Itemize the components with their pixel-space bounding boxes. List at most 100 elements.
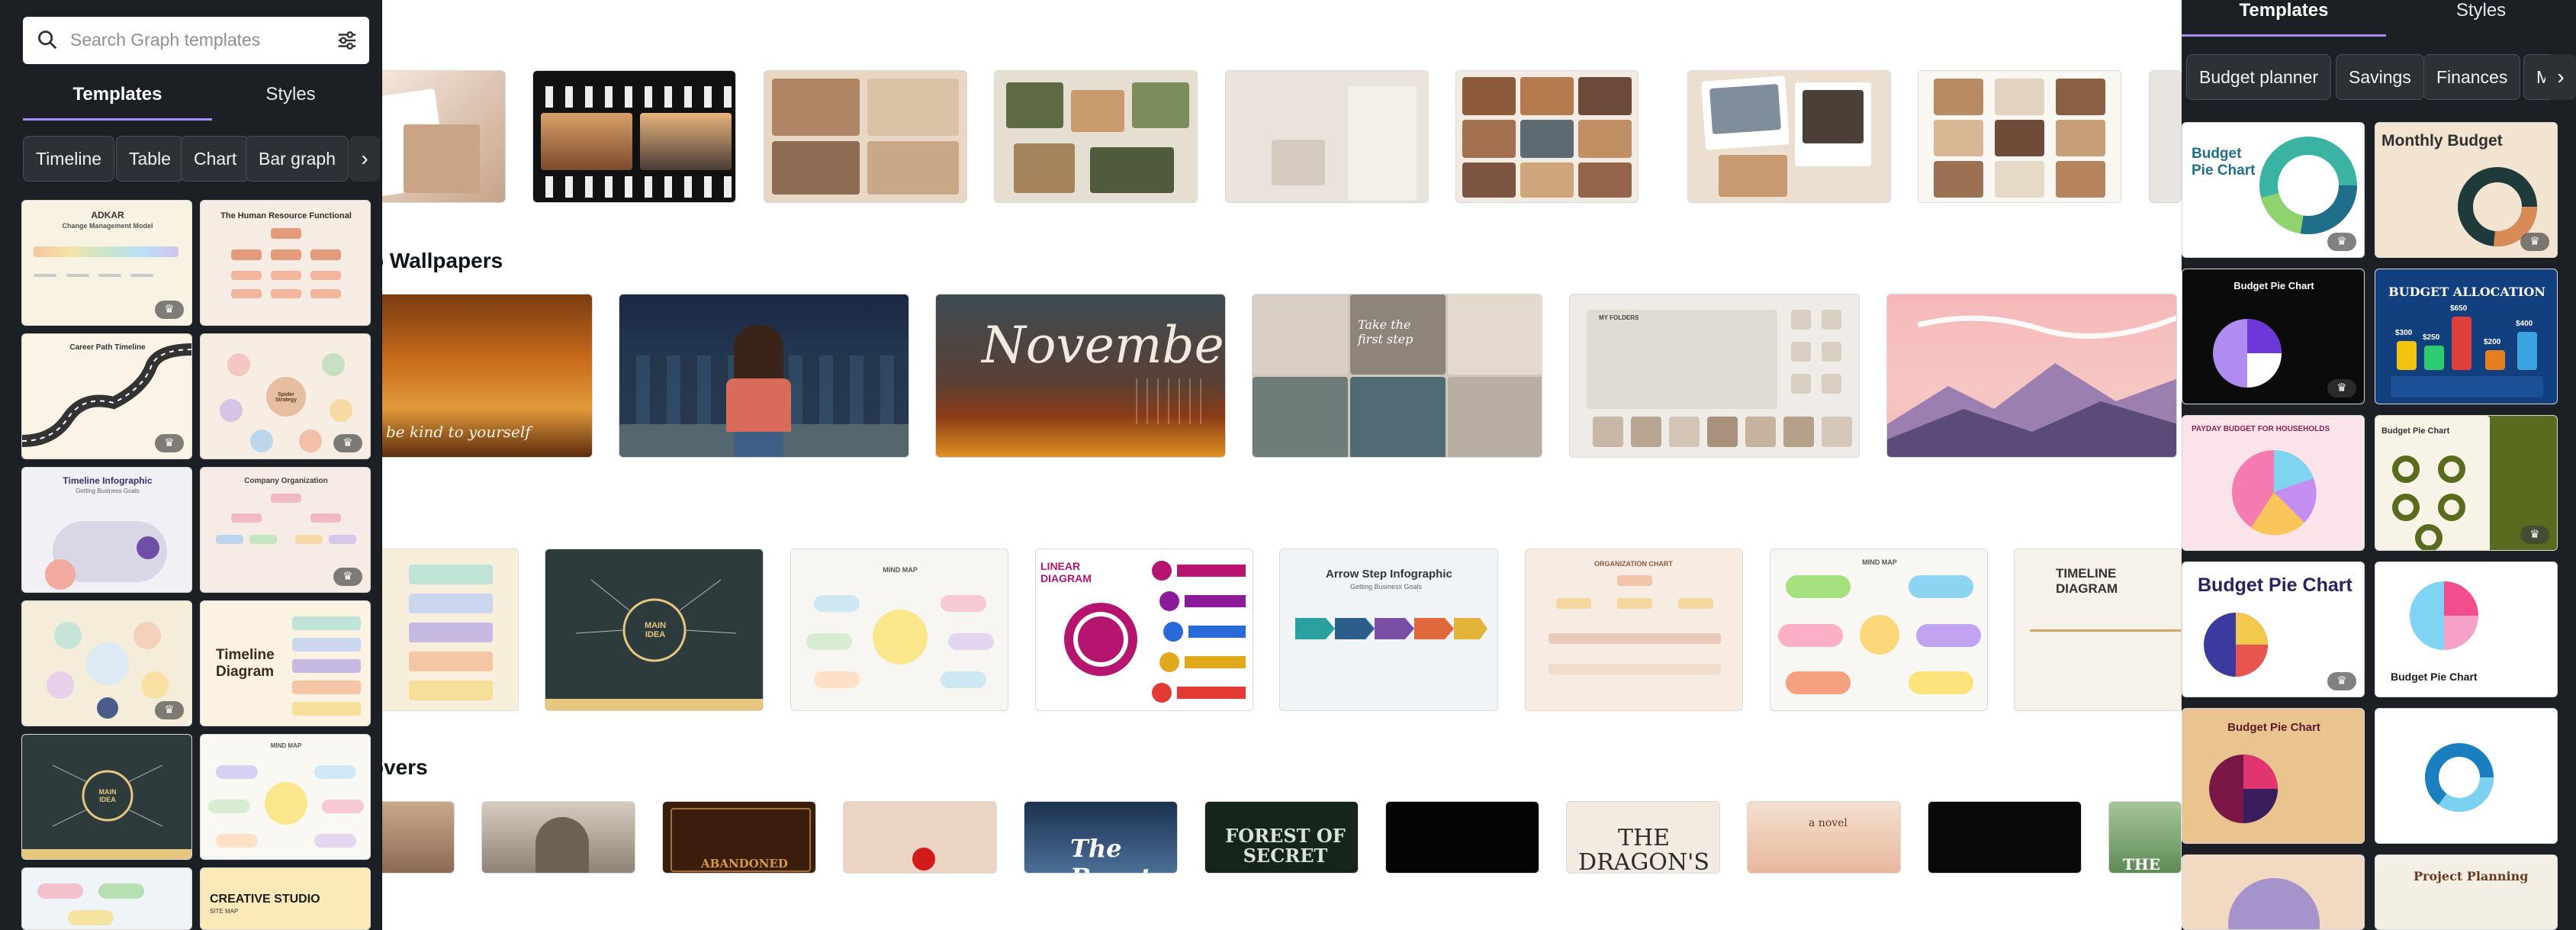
tab-templates[interactable]: Templates	[2182, 0, 2386, 37]
template-card[interactable]: ♛	[21, 600, 192, 726]
chip-budget-planner[interactable]: Budget planner	[2186, 54, 2332, 100]
search-input[interactable]: Search Graph templates	[70, 30, 260, 50]
diagram-thumbnail[interactable]: MAIN IDEA	[545, 549, 764, 711]
template-card[interactable]	[21, 867, 192, 930]
wallpaper-thumbnail[interactable]: November	[935, 294, 1226, 458]
diagram-thumbnail[interactable]: ORGANIZATION CHART	[1525, 549, 1743, 711]
template-card[interactable]: Budget Pie Chart ♛	[2375, 415, 2558, 551]
mountains-graphic	[1887, 315, 2176, 457]
cover-thumbnail[interactable]: The Beauty	[1024, 801, 1178, 874]
wallpaper-thumbnail[interactable]	[1886, 294, 2177, 458]
template-thumbnail[interactable]	[1918, 70, 2121, 203]
template-card[interactable]: Project Planning	[2375, 854, 2558, 930]
donut-chart-graphic	[2425, 743, 2494, 812]
template-thumbnail[interactable]	[532, 70, 736, 203]
diagram-text: MIND MAP	[883, 566, 918, 574]
tab-styles[interactable]: Styles	[212, 76, 369, 121]
template-card[interactable]: Career Path Timeline ♛	[21, 333, 192, 459]
template-thumbnail[interactable]	[1455, 70, 1639, 203]
template-subtitle: Change Management Model	[62, 222, 153, 230]
cover-thumbnail[interactable]: THE	[2108, 801, 2182, 874]
cover-thumbnail[interactable]: ABANDONED	[662, 801, 816, 874]
template-card[interactable]: Monthly Budget ♛	[2375, 122, 2558, 258]
cover-text: ABANDONED	[701, 857, 788, 870]
cover-thumbnail[interactable]: a novel	[1747, 801, 1901, 874]
right-side-panel: Templates Styles Budget planner Savings …	[2182, 0, 2576, 930]
cover-text: FOREST OF SECRET	[1225, 825, 1346, 867]
template-card[interactable]: Budget Pie Chart	[2375, 562, 2558, 697]
template-thumbnail[interactable]	[994, 70, 1198, 203]
cover-thumbnail[interactable]	[378, 801, 455, 874]
diagram-thumbnail[interactable]: TIMELINE DIAGRAM	[2014, 549, 2182, 711]
template-thumbnail[interactable]	[2149, 70, 2182, 203]
template-card[interactable]: PAYDAY BUDGET FOR HOUSEHOLDS	[2182, 415, 2365, 551]
bar	[2397, 341, 2417, 370]
template-card[interactable]: The Human Resource Functional	[200, 200, 371, 326]
cover-thumbnail[interactable]	[1385, 801, 1539, 874]
diagram-thumbnail[interactable]: MIND MAP	[790, 549, 1008, 711]
filter-icon[interactable]	[336, 29, 359, 52]
template-card[interactable]: Timeline Diagram	[200, 600, 371, 726]
pie-chart-graphic	[2209, 755, 2278, 823]
diagram-thumbnail[interactable]: MIND MAP	[1770, 549, 1988, 711]
template-card[interactable]	[2182, 854, 2365, 930]
diagram-text: MIND MAP	[1862, 558, 1897, 566]
cover-thumbnail[interactable]: THE DRAGON'S	[1566, 801, 1720, 874]
template-card[interactable]: Company Organization ♛	[200, 467, 371, 593]
template-card[interactable]: Timeline Infographic Getting Business Go…	[21, 467, 192, 593]
template-card[interactable]: Budget Pie Chart ♛	[2182, 122, 2365, 258]
diagram-thumbnail[interactable]: Arrow Step Infographic Getting Business …	[1279, 549, 1498, 711]
bar-value: $250	[2423, 333, 2440, 342]
bar	[2485, 350, 2505, 370]
cover-thumbnail[interactable]: FOREST OF SECRET	[1204, 801, 1359, 874]
wallpaper-thumbnail[interactable]	[619, 294, 909, 458]
wallpaper-thumbnail[interactable]: MY FOLDERS	[1569, 294, 1860, 458]
chip-chart[interactable]: Chart	[181, 136, 250, 182]
wallpaper-thumbnail[interactable]: Take the first step	[1252, 294, 1542, 458]
template-card[interactable]: CREATIVE STUDIO SITE MAP	[200, 867, 371, 930]
tab-styles[interactable]: Styles	[2386, 0, 2576, 37]
wallpaper-text: Take the first step	[1358, 317, 1413, 346]
template-card[interactable]: Spider Strategy ♛	[200, 333, 371, 459]
template-card[interactable]	[2375, 708, 2558, 844]
template-title: Timeline Diagram	[216, 647, 275, 680]
active-tab-underline	[2182, 34, 2386, 37]
tab-templates[interactable]: Templates	[23, 76, 212, 121]
template-thumbnail[interactable]	[764, 70, 967, 203]
cover-thumbnail[interactable]	[1928, 801, 2082, 874]
bar	[2452, 317, 2471, 370]
chip-bar-graph[interactable]: Bar graph	[246, 136, 349, 182]
cover-text: THE	[2123, 855, 2161, 874]
wallpaper-thumbnail[interactable]: be kind to yourself	[378, 294, 593, 458]
chip-finances[interactable]: Finances	[2423, 54, 2521, 100]
template-card[interactable]: MIND MAP	[200, 734, 371, 860]
premium-crown-icon: ♛	[2520, 526, 2549, 544]
template-card[interactable]: Budget Pie Chart ♛	[2182, 562, 2365, 697]
template-card[interactable]: MAIN IDEA	[21, 734, 192, 860]
template-thumbnail[interactable]	[1687, 70, 1891, 203]
template-card[interactable]: ADKAR Change Management Model ♛	[21, 200, 192, 326]
chip-savings[interactable]: Savings	[2336, 54, 2424, 100]
diagram-thumbnail[interactable]: LINEAR DIAGRAM	[1035, 549, 1253, 711]
template-title: MAIN IDEA	[98, 788, 117, 803]
wallpaper-text: MY FOLDERS	[1599, 314, 1639, 321]
chip-table[interactable]: Table	[116, 136, 184, 182]
left-side-panel: Search Graph templates Templates Styles …	[0, 0, 382, 930]
cover-thumbnail[interactable]	[481, 801, 635, 874]
chevron-right-icon[interactable]: ›	[2545, 54, 2576, 100]
template-card[interactable]: Budget Pie Chart ♛	[2182, 269, 2365, 404]
template-title: Budget Pie Chart	[2391, 671, 2478, 683]
chip-timeline[interactable]: Timeline	[23, 136, 115, 182]
chevron-right-icon[interactable]: ›	[349, 136, 380, 182]
premium-crown-icon: ♛	[2327, 379, 2356, 397]
template-thumbnail[interactable]	[380, 70, 506, 203]
pie-chart-graphic	[2232, 450, 2317, 536]
template-card[interactable]: Budget Pie Chart	[2182, 708, 2365, 844]
mind-map-graphic	[208, 765, 364, 848]
right-tabs: Templates Styles	[2182, 0, 2576, 37]
cover-thumbnail[interactable]	[843, 801, 997, 874]
template-thumbnail[interactable]	[1225, 70, 1429, 203]
search-box[interactable]: Search Graph templates	[23, 17, 369, 64]
diagram-thumbnail[interactable]	[378, 549, 519, 711]
template-card[interactable]: BUDGET ALLOCATION $650 $400 $300 $250 $2…	[2375, 269, 2558, 404]
